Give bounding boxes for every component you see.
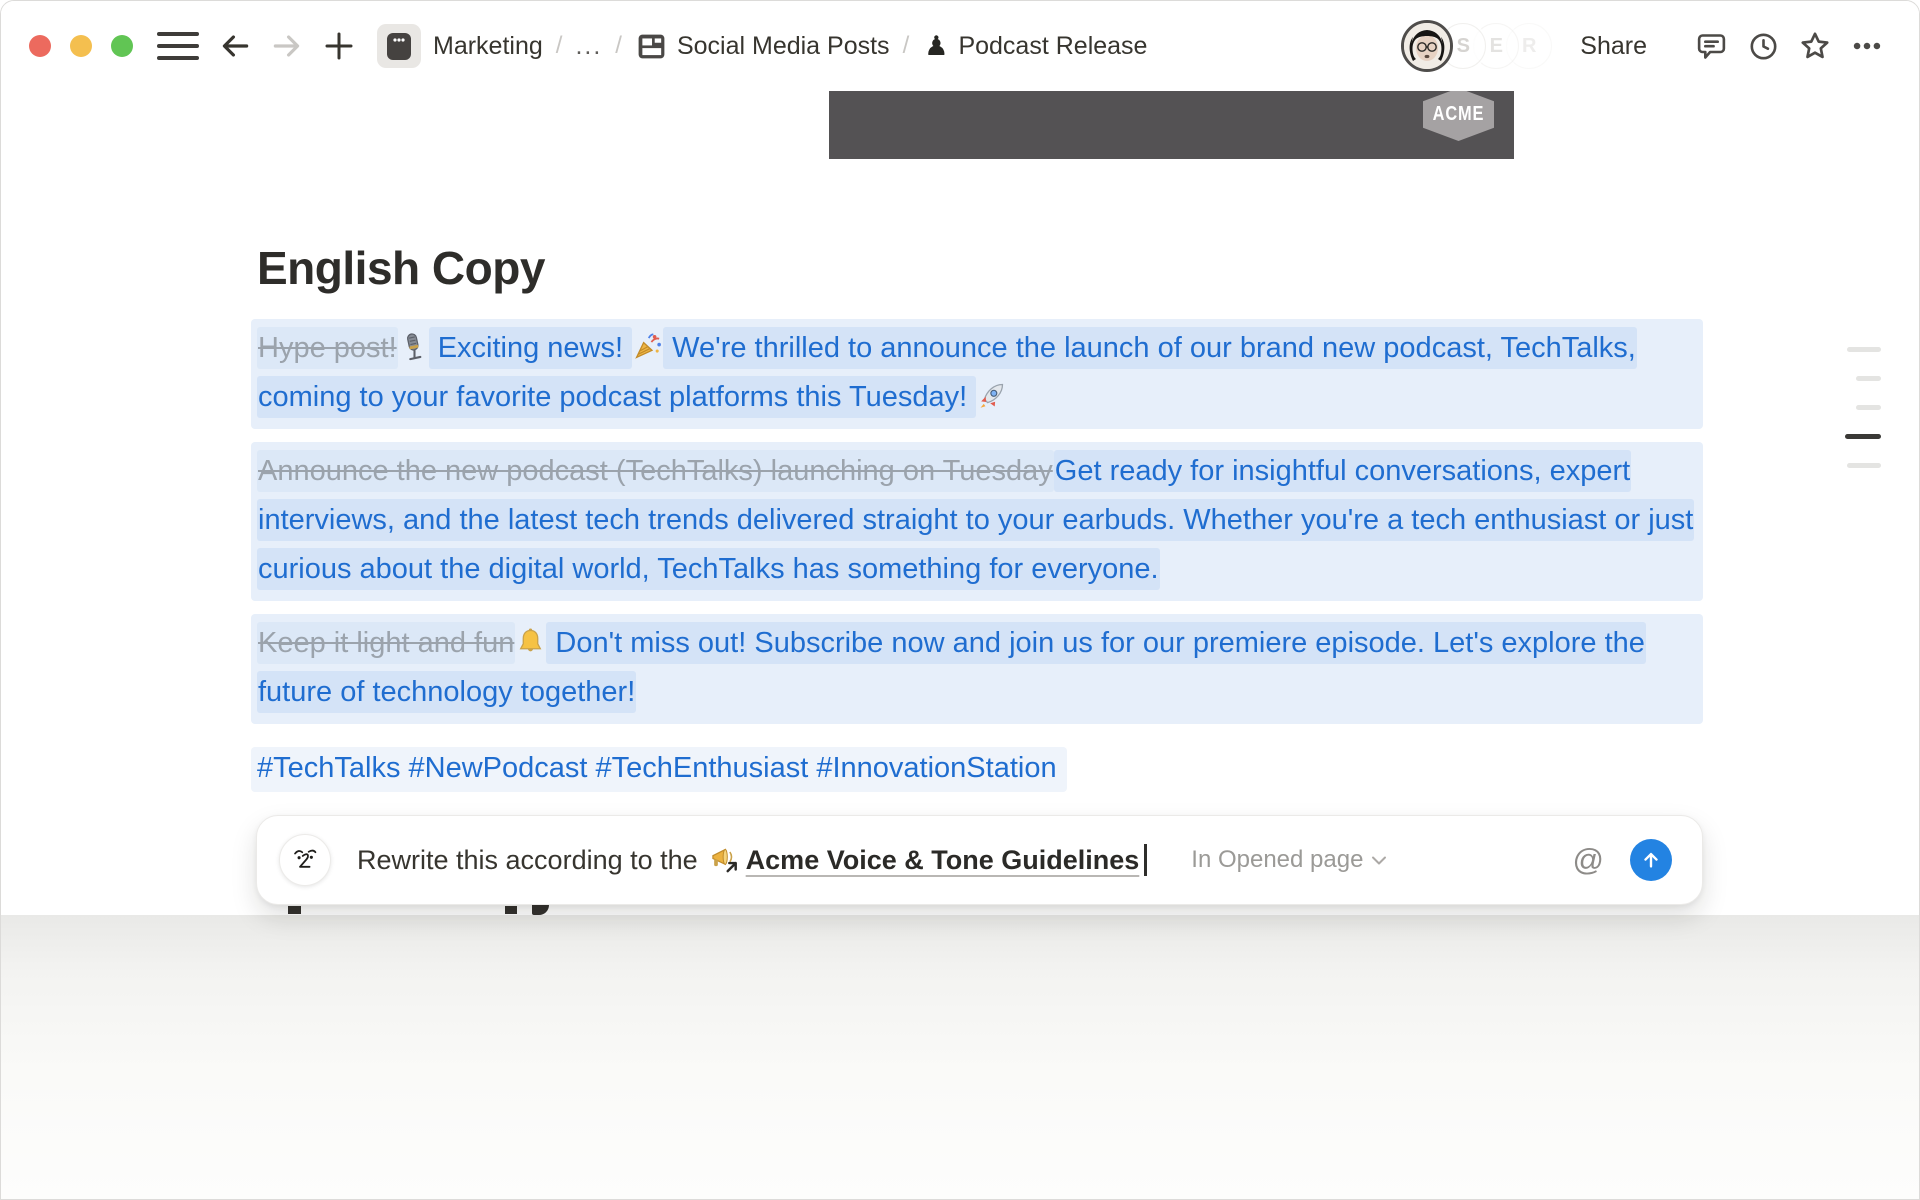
avatar-initial: S	[1457, 35, 1470, 58]
close-window-button[interactable]	[29, 35, 51, 57]
acme-logo-text: ACME	[1433, 103, 1485, 126]
app-window: Marketing / ... / Social Media Posts / ♟…	[0, 0, 1920, 1200]
page-cover-banner: ACME	[829, 89, 1514, 159]
breadcrumb-separator: /	[556, 32, 563, 60]
suggested-edit-block[interactable]: Announce the new podcast (TechTalks) lau…	[251, 442, 1703, 601]
acme-logo: ACME	[1423, 88, 1494, 141]
deleted-text: Hype post!	[257, 327, 398, 369]
ai-prompt-bar[interactable]: Rewrite this according to the Acme Voice…	[256, 815, 1703, 905]
deleted-text: Announce the new podcast (TechTalks) lau…	[257, 450, 1054, 492]
page-link-arrow-icon	[727, 863, 735, 871]
breadcrumb-current-page[interactable]: Podcast Release	[958, 32, 1147, 61]
hashtags-line[interactable]: #TechTalks #NewPodcast #TechEnthusiast #…	[251, 747, 1067, 792]
collaborator-avatars: S E R	[1401, 20, 1552, 72]
breadcrumb-separator: /	[903, 32, 910, 60]
favorite-button[interactable]	[1793, 24, 1837, 68]
updates-button[interactable]	[1741, 24, 1785, 68]
plus-icon	[322, 29, 356, 63]
new-tab-button[interactable]	[319, 26, 359, 66]
outline-mark[interactable]	[1847, 463, 1881, 468]
mention-button[interactable]: @	[1573, 842, 1604, 878]
text-cursor	[1144, 844, 1147, 876]
zoom-window-button[interactable]	[111, 35, 133, 57]
arrow-right-icon	[269, 28, 305, 64]
outline-mark[interactable]	[1856, 405, 1881, 410]
breadcrumb-workspace[interactable]: Marketing	[433, 32, 543, 61]
back-button[interactable]	[215, 26, 255, 66]
share-button[interactable]: Share	[1580, 32, 1647, 61]
arrow-left-icon	[217, 28, 253, 64]
ai-bar-actions: @	[1573, 839, 1672, 881]
megaphone-page-emoji	[708, 844, 740, 876]
topbar: Marketing / ... / Social Media Posts / ♟…	[1, 1, 1919, 91]
comments-button[interactable]	[1689, 24, 1733, 68]
outline-mark-active[interactable]	[1845, 434, 1881, 439]
document-body: English Copy Hype post! Exciting news! W…	[251, 241, 1703, 792]
sidebar-toggle-icon[interactable]	[157, 32, 199, 60]
rocket-emoji	[976, 380, 1007, 411]
occluded-text-fragment	[288, 906, 301, 914]
party-popper-emoji	[632, 331, 663, 362]
bell-emoji	[515, 626, 546, 657]
chess-pawn-page-icon: ♟	[924, 31, 948, 62]
board-page-icon	[637, 32, 666, 61]
marketing-teamspace-icon	[386, 31, 412, 61]
scope-dropdown[interactable]: In Opened page	[1191, 846, 1387, 874]
ai-prompt-input[interactable]: Rewrite this according to the Acme Voice…	[357, 844, 1147, 876]
ellipsis-icon	[1850, 29, 1884, 63]
comment-bubble-icon	[1695, 30, 1728, 63]
prompt-text: Rewrite this according to the	[357, 845, 698, 876]
deleted-text: Keep it light and fun	[257, 622, 515, 664]
chevron-down-icon	[1371, 855, 1387, 866]
suggested-edit-block[interactable]: Keep it light and fun Don't miss out! Su…	[251, 614, 1703, 724]
page-title[interactable]: English Copy	[257, 241, 1703, 295]
arrow-up-icon	[1640, 849, 1662, 871]
breadcrumb-collapsed[interactable]: ...	[575, 32, 602, 61]
clock-icon	[1747, 30, 1780, 63]
outline-mark[interactable]	[1856, 376, 1881, 381]
suggested-edit-block[interactable]: Hype post! Exciting news! We're thrilled…	[251, 319, 1703, 429]
occluded-text-fragment	[532, 905, 549, 915]
forward-button[interactable]	[267, 26, 307, 66]
minimize-window-button[interactable]	[70, 35, 92, 57]
topbar-right: S E R Share	[1401, 20, 1889, 72]
breadcrumb-board-page[interactable]: Social Media Posts	[677, 32, 890, 61]
inserted-text: Exciting news!	[429, 327, 632, 369]
avatar-initial: E	[1490, 35, 1503, 58]
scope-label: In Opened page	[1191, 846, 1363, 874]
breadcrumb-workspace-icon[interactable]	[377, 24, 421, 68]
content-fade-overlay	[1, 915, 1919, 1199]
page-mention-link[interactable]: Acme Voice & Tone Guidelines	[746, 845, 1140, 876]
star-icon	[1798, 29, 1832, 63]
avatar-initial: R	[1522, 35, 1536, 58]
notion-ai-face-icon	[279, 834, 331, 886]
traffic-lights	[29, 35, 133, 57]
woman-avatar-illustration	[1404, 23, 1450, 69]
page-outline-indicator	[1845, 347, 1881, 492]
avatar[interactable]	[1401, 20, 1453, 72]
microphone-emoji	[398, 331, 429, 362]
breadcrumb-separator: /	[615, 32, 622, 60]
send-button[interactable]	[1630, 839, 1672, 881]
outline-mark[interactable]	[1847, 347, 1881, 352]
occluded-text-fragment	[505, 906, 517, 914]
more-options-button[interactable]	[1845, 24, 1889, 68]
